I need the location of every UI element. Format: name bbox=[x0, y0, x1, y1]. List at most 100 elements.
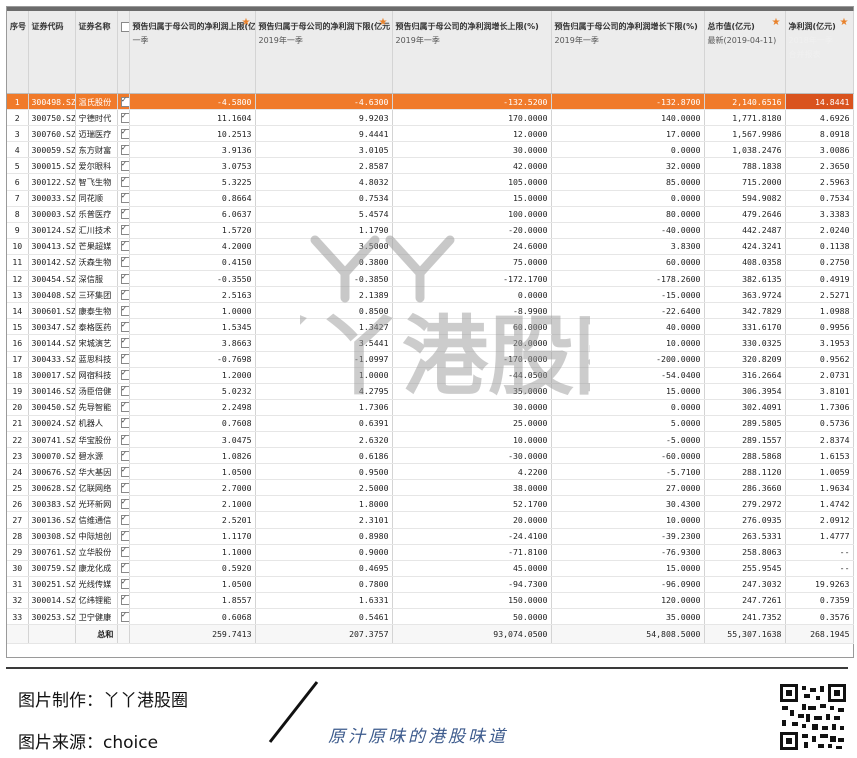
checkbox-icon[interactable] bbox=[120, 577, 128, 590]
col-header-code[interactable]: 证券代码 bbox=[28, 11, 76, 94]
row-checkbox[interactable] bbox=[117, 495, 130, 513]
table-row[interactable]: 15300347.SZ泰格医药 1.53451.342760.000040.000… bbox=[7, 318, 854, 336]
checkbox-icon[interactable] bbox=[120, 368, 128, 381]
checkbox-icon[interactable] bbox=[120, 320, 128, 332]
table-row[interactable]: 9300124.SZ汇川技术 1.57201.1790-20.0000-40.00… bbox=[7, 222, 854, 239]
checkbox-icon[interactable] bbox=[120, 593, 128, 606]
checkbox-icon[interactable] bbox=[120, 384, 128, 397]
row-checkbox[interactable] bbox=[117, 544, 130, 561]
checkbox-icon[interactable] bbox=[120, 545, 128, 558]
row-checkbox[interactable] bbox=[117, 93, 130, 111]
table-row[interactable]: 14300601.SZ康泰生物 1.00000.8500-8.9900-22.64… bbox=[7, 302, 854, 320]
checkbox-icon[interactable] bbox=[120, 255, 128, 268]
row-checkbox[interactable] bbox=[117, 431, 130, 449]
table-row[interactable]: 8300003.SZ乐普医疗 6.06375.4574100.000080.000… bbox=[7, 206, 854, 223]
row-checkbox[interactable] bbox=[117, 206, 130, 223]
checkbox-icon[interactable] bbox=[120, 513, 128, 525]
table-row[interactable]: 32300014.SZ亿纬锂能 1.85571.6331150.0000120.0… bbox=[7, 592, 854, 610]
table-row[interactable]: 17300433.SZ蓝思科技 -0.7698-1.0997-170.0000-2… bbox=[7, 351, 854, 368]
checkbox-icon[interactable] bbox=[120, 352, 128, 365]
table-row[interactable]: 25300628.SZ亿联网络 2.70002.500038.000027.000… bbox=[7, 479, 854, 497]
row-checkbox[interactable] bbox=[117, 173, 130, 191]
checkbox-icon[interactable] bbox=[120, 223, 128, 236]
col-header-checkbox[interactable] bbox=[117, 11, 130, 94]
table-row[interactable]: 19300146.SZ汤臣倍健 5.02324.279535.000015.000… bbox=[7, 383, 854, 400]
row-checkbox[interactable] bbox=[117, 286, 130, 304]
row-checkbox[interactable] bbox=[117, 479, 130, 497]
table-row[interactable]: 6300122.SZ智飞生物 5.32254.8032105.000085.000… bbox=[7, 173, 854, 191]
row-checkbox[interactable] bbox=[117, 318, 130, 336]
row-checkbox[interactable] bbox=[117, 576, 130, 593]
row-checkbox[interactable] bbox=[117, 302, 130, 320]
select-all-checkbox[interactable] bbox=[120, 22, 128, 32]
checkbox-icon[interactable] bbox=[120, 239, 128, 252]
checkbox-icon[interactable] bbox=[120, 175, 128, 188]
row-checkbox[interactable] bbox=[117, 109, 130, 127]
table-row[interactable]: 13300408.SZ三环集团 2.51632.13890.0000-15.000… bbox=[7, 286, 854, 304]
col-header-net-profit[interactable]: 净利润(亿元) 2018年一季 合并报表 ★ bbox=[785, 11, 854, 94]
checkbox-icon[interactable] bbox=[120, 433, 128, 445]
row-checkbox[interactable] bbox=[117, 367, 130, 384]
table-row[interactable]: 24300676.SZ华大基因 1.05000.95004.2200-5.7100… bbox=[7, 463, 854, 481]
row-checkbox[interactable] bbox=[117, 592, 130, 610]
checkbox-icon[interactable] bbox=[120, 159, 128, 171]
col-header-growth-upper[interactable]: 预告归属于母公司的净利润增长上限(%) 2019年一季 bbox=[392, 11, 552, 94]
table-row[interactable]: 27300136.SZ信维通信 2.52012.310120.000010.000… bbox=[7, 511, 854, 529]
checkbox-icon[interactable] bbox=[120, 95, 128, 107]
row-checkbox[interactable] bbox=[117, 351, 130, 368]
checkbox-icon[interactable] bbox=[120, 127, 128, 139]
table-row[interactable]: 16300144.SZ宋城演艺 3.86633.544120.000010.000… bbox=[7, 334, 854, 352]
row-checkbox[interactable] bbox=[117, 222, 130, 239]
row-checkbox[interactable] bbox=[117, 270, 130, 288]
col-header-growth-lower[interactable]: 预告归属于母公司的净利润增长下限(%) 2019年一季 bbox=[551, 11, 705, 94]
col-header-index[interactable]: 序号 bbox=[7, 11, 29, 94]
table-row[interactable]: 26300383.SZ光环新网 2.10001.800052.170030.430… bbox=[7, 495, 854, 513]
table-row[interactable]: 12300454.SZ深信服 -0.3550-0.3850-172.1700-17… bbox=[7, 270, 854, 288]
row-checkbox[interactable] bbox=[117, 383, 130, 400]
table-row[interactable]: 5300015.SZ爱尔眼科 3.07532.858742.000032.0000… bbox=[7, 157, 854, 175]
row-checkbox[interactable] bbox=[117, 511, 130, 529]
table-row[interactable]: 4300059.SZ东方财富 3.91363.010530.00000.00001… bbox=[7, 141, 854, 159]
row-checkbox[interactable] bbox=[117, 415, 130, 432]
table-row[interactable]: 1300498.SZ温氏股份 -4.5800-4.6300-132.5200-13… bbox=[7, 93, 854, 111]
checkbox-icon[interactable] bbox=[120, 143, 128, 155]
table-row[interactable]: 3300760.SZ迈瑞医疗 10.25139.444112.000017.000… bbox=[7, 125, 854, 143]
table-row[interactable]: 11300142.SZ沃森生物 0.41500.380075.000060.000… bbox=[7, 254, 854, 272]
checkbox-icon[interactable] bbox=[120, 416, 128, 429]
row-checkbox[interactable] bbox=[117, 141, 130, 159]
table-row[interactable]: 10300413.SZ芒果超媒 4.20003.500024.60003.8300… bbox=[7, 238, 854, 255]
row-checkbox[interactable] bbox=[117, 528, 130, 545]
checkbox-icon[interactable] bbox=[120, 449, 128, 461]
row-checkbox[interactable] bbox=[117, 125, 130, 143]
checkbox-icon[interactable] bbox=[120, 465, 128, 477]
col-header-name[interactable]: 证券名称 bbox=[75, 11, 118, 94]
row-checkbox[interactable] bbox=[117, 334, 130, 352]
table-row[interactable]: 30300759.SZ康龙化成 0.59200.469545.000015.000… bbox=[7, 560, 854, 577]
row-checkbox[interactable] bbox=[117, 608, 130, 626]
checkbox-icon[interactable] bbox=[120, 207, 128, 220]
table-row[interactable]: 33300253.SZ卫宁健康 0.60680.546150.000035.000… bbox=[7, 608, 854, 626]
col-header-profit-lower[interactable]: 预告归属于母公司的净利润下限(亿元 2019年一季 ★ bbox=[255, 11, 393, 94]
table-row[interactable]: 20300450.SZ先导智能2.24981.730630.00000.0000… bbox=[7, 399, 854, 416]
checkbox-icon[interactable] bbox=[120, 336, 128, 348]
checkbox-icon[interactable] bbox=[120, 610, 128, 622]
row-checkbox[interactable] bbox=[117, 447, 130, 465]
table-row[interactable]: 29300761.SZ立华股份 1.10000.9000-71.8100-76.9… bbox=[7, 544, 854, 561]
table-row[interactable]: 23300070.SZ碧水源 1.08260.6186-30.0000-60.00… bbox=[7, 447, 854, 465]
checkbox-icon[interactable] bbox=[120, 111, 128, 123]
col-header-market-cap[interactable]: 总市值(亿元) 最新(2019-04-11) ★ bbox=[704, 11, 786, 94]
row-checkbox[interactable] bbox=[117, 190, 130, 207]
table-row[interactable]: 18300017.SZ网宿科技 1.20001.0000-44.0500-54.0… bbox=[7, 367, 854, 384]
checkbox-icon[interactable] bbox=[120, 481, 128, 493]
col-header-profit-upper[interactable]: 预告归属于母公司的净利润上限(亿元) 一季 ★ bbox=[129, 11, 256, 94]
table-row[interactable]: 7300033.SZ同花顺0.86640.753415.00000.000059… bbox=[7, 190, 854, 207]
row-checkbox[interactable] bbox=[117, 157, 130, 175]
table-row[interactable]: 28300308.SZ中际旭创 1.11700.8980-24.4100-39.2… bbox=[7, 528, 854, 545]
row-checkbox[interactable] bbox=[117, 399, 130, 416]
row-checkbox[interactable] bbox=[117, 560, 130, 577]
checkbox-icon[interactable] bbox=[120, 400, 128, 413]
table-row[interactable]: 22300741.SZ华宝股份 3.04752.632010.0000-5.000… bbox=[7, 431, 854, 449]
checkbox-icon[interactable] bbox=[120, 561, 128, 574]
checkbox-icon[interactable] bbox=[120, 288, 128, 300]
checkbox-icon[interactable] bbox=[120, 272, 128, 284]
